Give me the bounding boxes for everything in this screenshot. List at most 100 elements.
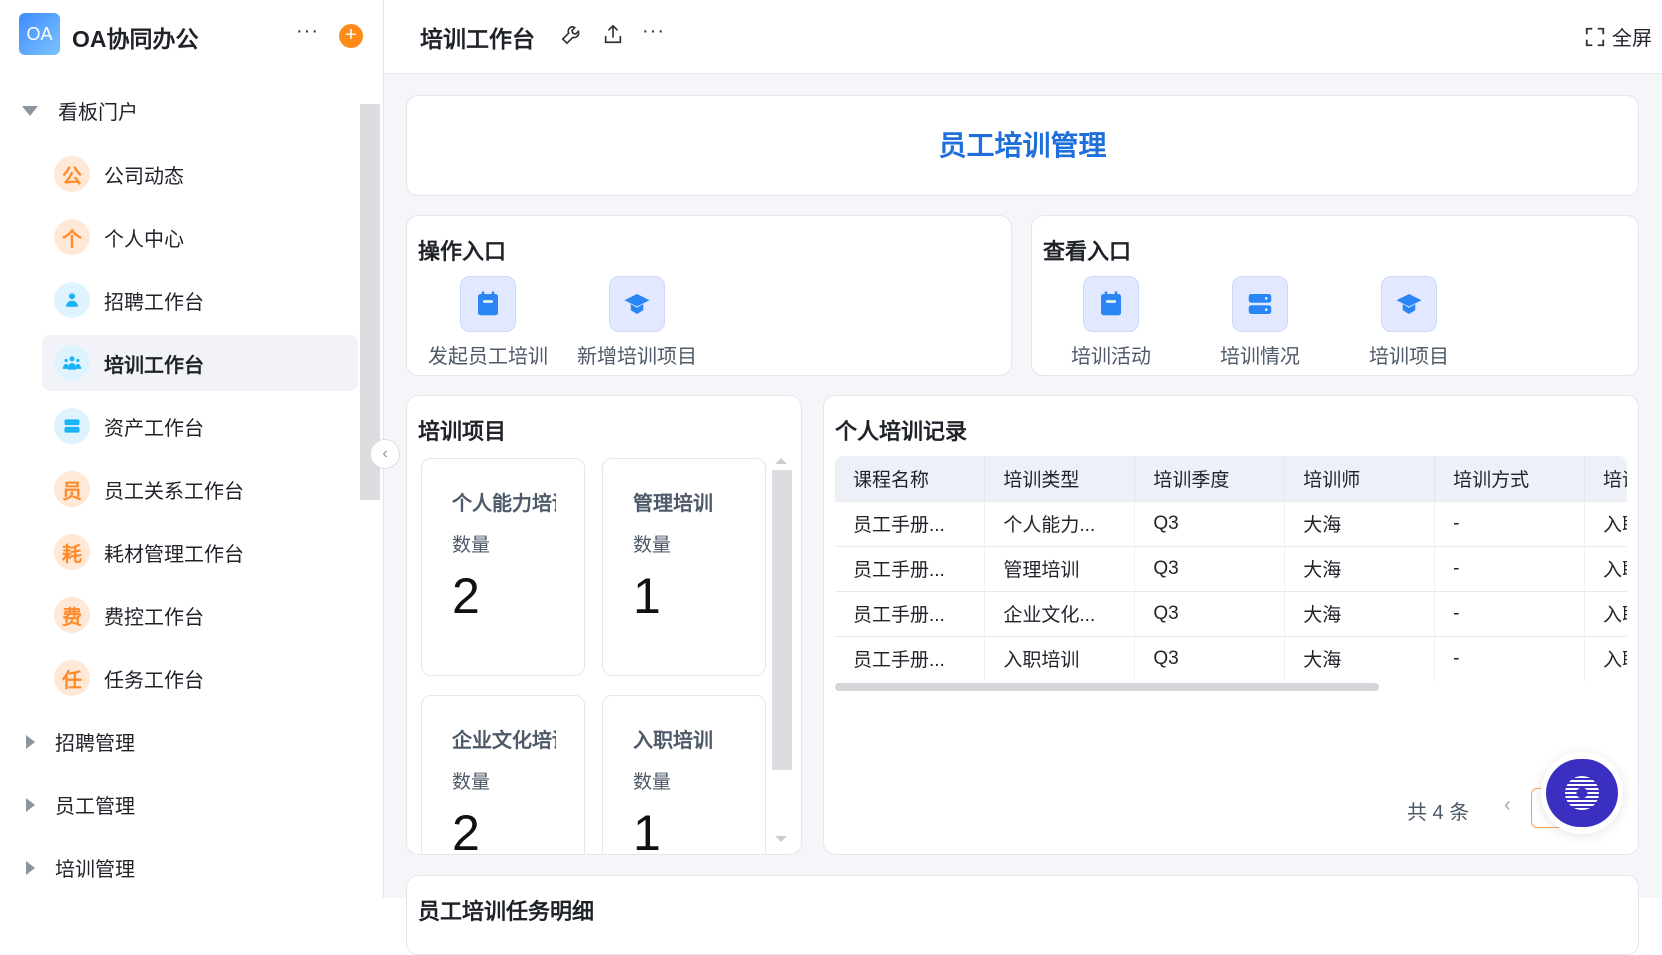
project-tile[interactable]: 入职培训 数量 1 (602, 695, 766, 854)
scroll-down-icon[interactable] (775, 836, 787, 842)
table-scrollbar[interactable] (835, 683, 1379, 691)
wrench-icon[interactable] (560, 24, 582, 46)
table-cell: Q3 (1134, 545, 1286, 591)
sidebar-item[interactable]: 费费控工作台 (42, 587, 358, 643)
projects-title: 培训项目 (418, 419, 507, 444)
share-icon[interactable] (602, 22, 624, 46)
project-count: 2 (452, 568, 480, 624)
caret-down-icon (22, 105, 38, 116)
group-recruit[interactable]: 招聘管理 (22, 727, 135, 756)
table-row[interactable]: 员工手册...个人能力...Q3大海-入职培 (835, 500, 1627, 546)
project-name: 入职培训 (633, 730, 713, 752)
project-count: 1 (633, 568, 661, 624)
sidebar-item[interactable]: 培训工作台 (42, 335, 358, 391)
entry-label: 培训项目 (1369, 346, 1449, 368)
badge-icon: 耗 (54, 534, 90, 570)
task-detail-title: 员工培训任务明细 (418, 899, 595, 924)
graduation-cap-icon (609, 276, 665, 332)
start-training-entry[interactable]: 发起员工培训 (423, 276, 553, 369)
entry-label: 发起员工培训 (428, 346, 548, 368)
table-cell: 入职培 (1584, 590, 1627, 636)
calendar-icon (1083, 276, 1139, 332)
table-cell: 大海 (1284, 500, 1436, 546)
sidebar-item-label: 招聘工作台 (104, 291, 204, 314)
group-training[interactable]: 培训管理 (22, 853, 135, 882)
table-cell: Q3 (1134, 500, 1286, 546)
badge-icon: 任 (54, 660, 90, 696)
caret-right-icon (26, 860, 35, 875)
sidebar-item[interactable]: 耗耗材管理工作台 (42, 524, 358, 580)
sidebar-item-label: 公司动态 (104, 165, 184, 188)
table-cell: 员工手册... (835, 590, 986, 636)
project-count-label: 数量 (633, 535, 672, 556)
project-tile[interactable]: 个人能力培训数量 2 (421, 458, 585, 676)
column-header[interactable]: 培训季度 (1134, 456, 1286, 501)
graduation-cap-icon (1381, 276, 1437, 332)
more-icon[interactable]: ··· (642, 20, 665, 43)
sidebar-item-label: 员工关系工作台 (104, 480, 244, 503)
group-label: 招聘管理 (55, 733, 135, 755)
sidebar-item[interactable]: 资产工作台 (42, 398, 358, 454)
sidebar-item[interactable]: 招聘工作台 (42, 272, 358, 328)
table-row[interactable]: 员工手册...管理培训Q3大海-入职培 (835, 545, 1627, 591)
app-logo: OA (19, 13, 60, 55)
page-title: 培训工作台 (420, 26, 535, 52)
table-cell: 员工手册... (835, 500, 986, 546)
sidebar-item-label: 任务工作台 (104, 669, 204, 692)
assistant-icon (1546, 759, 1618, 827)
column-header[interactable]: 培训主 (1584, 456, 1627, 501)
add-button[interactable]: + (339, 24, 363, 48)
project-tile[interactable]: 管理培训 数量 1 (602, 458, 766, 676)
table-cell: - (1434, 635, 1586, 681)
project-tile[interactable]: 企业文化培训数量 2 (421, 695, 585, 854)
main-content: 员工培训管理 操作入口 发起员工培训 新增培训项目 查看入口 培训活动 培训情况… (384, 74, 1662, 955)
table-cell: 个人能力... (984, 500, 1136, 546)
table-cell: 管理培训 (984, 545, 1136, 591)
table-cell: Q3 (1134, 635, 1286, 681)
project-name: 企业文化培训 (452, 730, 556, 752)
group-dashboard-portal[interactable]: 看板门户 (22, 96, 138, 125)
calendar-icon (460, 276, 516, 332)
column-header[interactable]: 课程名称 (835, 456, 986, 501)
table-row[interactable]: 员工手册...企业文化...Q3大海-入职培 (835, 590, 1627, 636)
db-icon (54, 408, 90, 444)
sidebar-item-label: 培训工作台 (104, 354, 204, 377)
table-cell: 入职培 (1584, 635, 1627, 681)
entry-label: 新增培训项目 (577, 346, 697, 368)
more-icon[interactable]: ··· (296, 20, 319, 43)
server-icon (1232, 276, 1288, 332)
fullscreen-icon (1585, 27, 1605, 46)
table-cell: 大海 (1284, 545, 1436, 591)
table-cell: - (1434, 500, 1586, 546)
ops-card: 操作入口 发起员工培训 新增培训项目 (406, 215, 1012, 376)
caret-right-icon (26, 797, 35, 812)
badge-icon: 费 (54, 597, 90, 633)
training-activity-entry[interactable]: 培训活动 (1046, 276, 1176, 369)
badge-icon: 员 (54, 471, 90, 507)
add-project-entry[interactable]: 新增培训项目 (572, 276, 702, 369)
column-header[interactable]: 培训类型 (984, 456, 1136, 501)
project-name: 个人能力培训 (452, 493, 556, 515)
group-employee[interactable]: 员工管理 (22, 790, 135, 819)
column-header[interactable]: 培训师 (1284, 456, 1436, 501)
training-project-entry[interactable]: 培训项目 (1344, 276, 1474, 369)
training-status-entry[interactable]: 培训情况 (1195, 276, 1325, 369)
assistant-float-button[interactable] (1541, 752, 1623, 834)
scroll-up-icon[interactable] (775, 458, 787, 464)
view-title: 查看入口 (1043, 239, 1132, 264)
prev-page-button[interactable]: ‹ (1504, 794, 1511, 817)
group-label: 看板门户 (58, 102, 138, 124)
collapse-sidebar-button[interactable]: ‹ (370, 439, 400, 469)
table-row[interactable]: 员工手册...入职培训Q3大海-入职培 (835, 635, 1627, 681)
table-cell: Q3 (1134, 590, 1286, 636)
projects-scrollbar[interactable] (772, 470, 792, 770)
sidebar-item[interactable]: 个个人中心 (42, 209, 358, 265)
column-header[interactable]: 培训方式 (1434, 456, 1586, 501)
ops-title: 操作入口 (418, 239, 507, 264)
sidebar-item[interactable]: 公公司动态 (42, 146, 358, 202)
table-cell: 入职培训 (984, 635, 1136, 681)
fullscreen-button[interactable]: 全屏 (1584, 22, 1652, 51)
sidebar-item[interactable]: 员员工关系工作台 (42, 461, 358, 517)
sidebar-item[interactable]: 任任务工作台 (42, 650, 358, 706)
project-count-label: 数量 (452, 772, 491, 793)
